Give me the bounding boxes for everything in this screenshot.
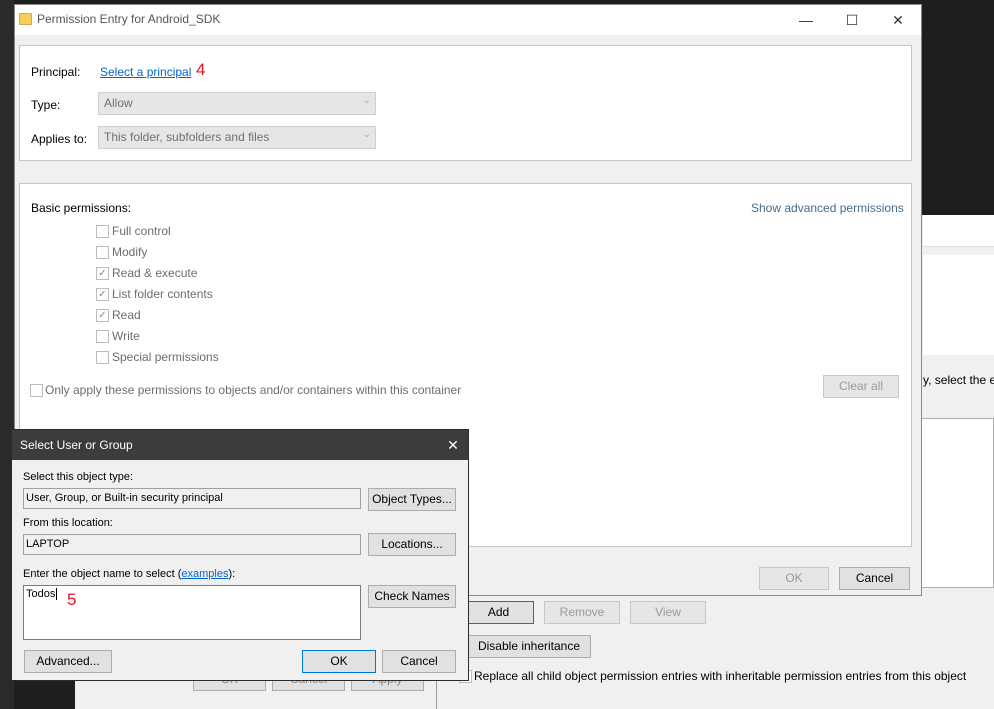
applies-to-label: Applies to:	[31, 132, 88, 146]
enter-object-name-suffix: ):	[228, 568, 236, 580]
write-label: Write	[112, 329, 140, 343]
full-control-checkbox[interactable]	[96, 225, 109, 238]
view-button[interactable]: View	[630, 601, 706, 624]
location-field: LAPTOP	[23, 534, 361, 555]
maximize-icon[interactable]: ☐	[829, 5, 875, 35]
object-types-button[interactable]: Object Types...	[368, 488, 456, 511]
enter-object-name-label: Enter the object name to select (example…	[23, 568, 235, 580]
permission-entries-list[interactable]	[918, 418, 994, 588]
special-permissions-checkbox[interactable]	[96, 351, 109, 364]
remove-button[interactable]: Remove	[544, 601, 620, 624]
examples-link[interactable]: examples	[181, 568, 228, 580]
advanced-panel-strip	[923, 255, 994, 355]
type-value: Allow	[104, 96, 133, 110]
close-icon[interactable]: ✕	[875, 5, 921, 35]
principal-group: Principal: Select a principal 4 Type: Al…	[19, 45, 912, 161]
close-icon[interactable]: ✕	[438, 430, 468, 460]
write-checkbox[interactable]	[96, 330, 109, 343]
object-name-value: Todos	[26, 588, 56, 600]
advanced-instruction-text: y, select the e	[923, 373, 994, 387]
chevron-down-icon: ⌄	[362, 129, 371, 140]
locations-button[interactable]: Locations...	[368, 533, 456, 556]
basic-permissions-label: Basic permissions:	[31, 201, 132, 215]
chevron-down-icon: ⌄	[362, 95, 371, 106]
check-names-button[interactable]: Check Names	[368, 585, 456, 608]
read-execute-label: Read & execute	[112, 266, 198, 280]
add-button[interactable]: Add	[463, 601, 534, 624]
clear-all-button[interactable]: Clear all	[823, 375, 899, 398]
advanced-button[interactable]: Advanced...	[24, 650, 112, 673]
permission-cancel-button[interactable]: Cancel	[839, 567, 910, 590]
read-execute-checkbox[interactable]: ✓	[96, 267, 109, 280]
object-type-field: User, Group, or Built-in security princi…	[23, 488, 361, 509]
folder-icon	[19, 13, 32, 25]
object-type-label: Select this object type:	[23, 471, 134, 483]
step-marker-5: 5	[67, 590, 77, 609]
window-title: Permission Entry for Android_SDK	[37, 12, 221, 26]
special-permissions-label: Special permissions	[112, 350, 219, 364]
principal-label: Principal:	[31, 65, 81, 79]
list-folder-contents-label: List folder contents	[112, 287, 213, 301]
applies-to-select[interactable]: This folder, subfolders and files ⌄	[98, 126, 376, 149]
select-dialog-title-bar: Select User or Group ✕	[12, 430, 468, 460]
disable-inheritance-button[interactable]: Disable inheritance	[467, 635, 591, 658]
show-advanced-permissions-link[interactable]: Show advanced permissions	[751, 201, 904, 215]
select-user-or-group-dialog: Select User or Group ✕ Select this objec…	[11, 429, 469, 681]
location-label: From this location:	[23, 517, 113, 529]
enter-object-name-prefix: Enter the object name to select (	[23, 568, 182, 580]
select-ok-button[interactable]: OK	[302, 650, 376, 673]
permission-ok-button[interactable]: OK	[759, 567, 829, 590]
read-checkbox[interactable]: ✓	[96, 309, 109, 322]
select-cancel-button[interactable]: Cancel	[382, 650, 456, 673]
list-folder-contents-checkbox[interactable]: ✓	[96, 288, 109, 301]
minimize-icon[interactable]: —	[783, 5, 829, 35]
read-label: Read	[112, 308, 141, 322]
only-apply-checkbox[interactable]	[30, 384, 43, 397]
only-apply-label: Only apply these permissions to objects …	[45, 383, 462, 397]
select-principal-link[interactable]: Select a principal	[100, 65, 191, 79]
type-select[interactable]: Allow ⌄	[98, 92, 376, 115]
step-marker-4: 4	[196, 60, 206, 79]
modify-checkbox[interactable]	[96, 246, 109, 259]
select-dialog-title: Select User or Group	[20, 438, 133, 452]
modify-label: Modify	[112, 245, 148, 259]
text-cursor	[56, 588, 58, 600]
advanced-header-strip	[923, 215, 994, 247]
title-bar: Permission Entry for Android_SDK — ☐ ✕	[15, 5, 921, 35]
type-label: Type:	[31, 98, 61, 112]
full-control-label: Full control	[112, 224, 171, 238]
replace-child-label: Replace all child object permission entr…	[474, 669, 967, 683]
applies-to-value: This folder, subfolders and files	[104, 130, 270, 144]
